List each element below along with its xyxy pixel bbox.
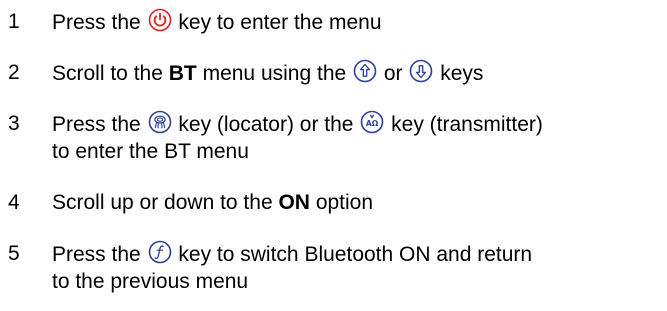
menu-name-bold: BT: [168, 62, 197, 85]
step-text: Scroll to the BT menu using the or keys: [52, 59, 664, 87]
step-text-part: Press the: [52, 113, 141, 136]
up-arrow-icon: [353, 59, 377, 83]
step-number: 2: [8, 61, 20, 84]
step-text-part: key (transmitter): [391, 113, 543, 136]
step-text-part: menu using the: [202, 62, 347, 85]
step-text-part: Press the: [52, 243, 141, 266]
step-number: 1: [8, 10, 20, 33]
option-name-bold: ON: [278, 191, 310, 214]
step-text-part: key (locator) or the: [178, 113, 354, 136]
transmitter-glyph: AΩ: [366, 119, 379, 128]
step-text-part: Scroll to the: [52, 62, 163, 85]
step-text-part: or: [383, 62, 403, 85]
step-text: Scroll up or down to the ON option: [52, 189, 664, 217]
step-text-part: Scroll up or down to the: [52, 191, 273, 214]
down-arrow-icon: [409, 59, 433, 83]
step-text-line-2: to enter the BT menu: [52, 140, 249, 163]
transmitter-icon: AΩ: [360, 110, 384, 134]
step-text-part: Press the: [52, 11, 141, 34]
step-text: Press the key (locator) or the AΩ key (t…: [52, 110, 664, 166]
step-text: Press the key to enter the menu: [52, 8, 664, 36]
step-text: Press the key to switch Bluetooth ON and…: [52, 240, 664, 296]
step-number: 4: [8, 191, 20, 214]
step-text-part: keys: [440, 62, 484, 85]
step-text-line-2: to the previous menu: [52, 270, 249, 293]
function-icon: [148, 240, 172, 264]
locator-antenna-icon: [148, 110, 172, 134]
step-number: 5: [8, 242, 20, 265]
power-icon: [148, 8, 172, 32]
step-text-part: option: [315, 191, 374, 214]
step-number: 3: [8, 112, 20, 135]
step-text-part: key to enter the menu: [178, 11, 382, 34]
step-text-part: key to switch Bluetooth ON and return: [178, 243, 533, 266]
